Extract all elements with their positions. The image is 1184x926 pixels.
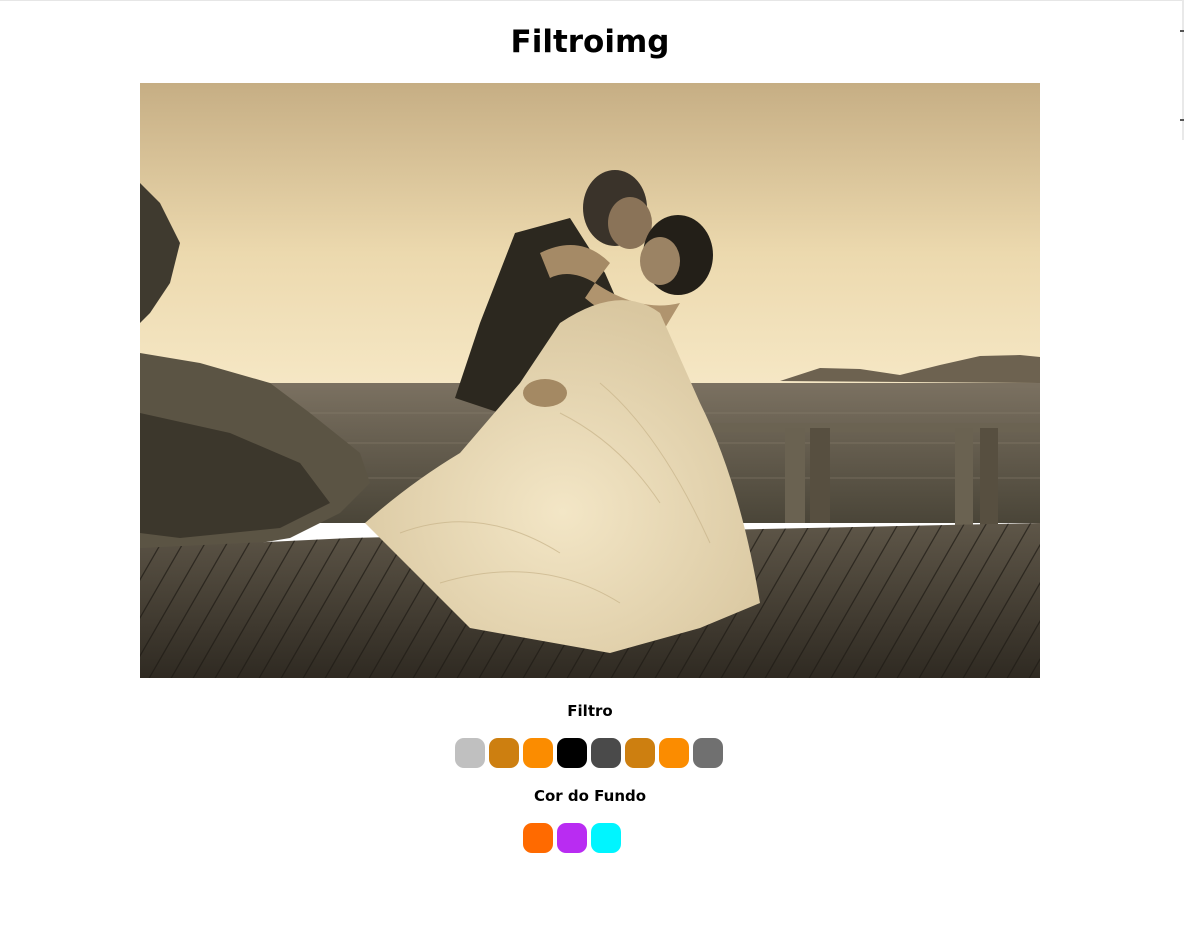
- filter-swatch-button[interactable]: [523, 738, 553, 768]
- page-title: Filtroimg: [510, 24, 670, 60]
- filter-swatches: [455, 738, 723, 768]
- background-label: Cor do Fundo: [533, 787, 647, 805]
- main-photo: [140, 83, 1040, 678]
- background-color-swatch-button[interactable]: [557, 823, 587, 853]
- background-color-swatch-button[interactable]: [591, 823, 621, 853]
- filter-swatch-button[interactable]: [489, 738, 519, 768]
- filter-swatch-button[interactable]: [659, 738, 689, 768]
- filter-swatch-button[interactable]: [693, 738, 723, 768]
- filter-swatch-button[interactable]: [557, 738, 587, 768]
- filter-swatch-button[interactable]: [591, 738, 621, 768]
- filter-swatch-button[interactable]: [625, 738, 655, 768]
- filter-label: Filtro: [567, 702, 613, 720]
- filter-swatch-button[interactable]: [455, 738, 485, 768]
- top-border: [0, 0, 1184, 1]
- background-color-swatch-button[interactable]: [523, 823, 553, 853]
- edge-mark: [1180, 119, 1184, 121]
- background-swatches: [523, 823, 621, 853]
- edge-mark: [1180, 30, 1184, 32]
